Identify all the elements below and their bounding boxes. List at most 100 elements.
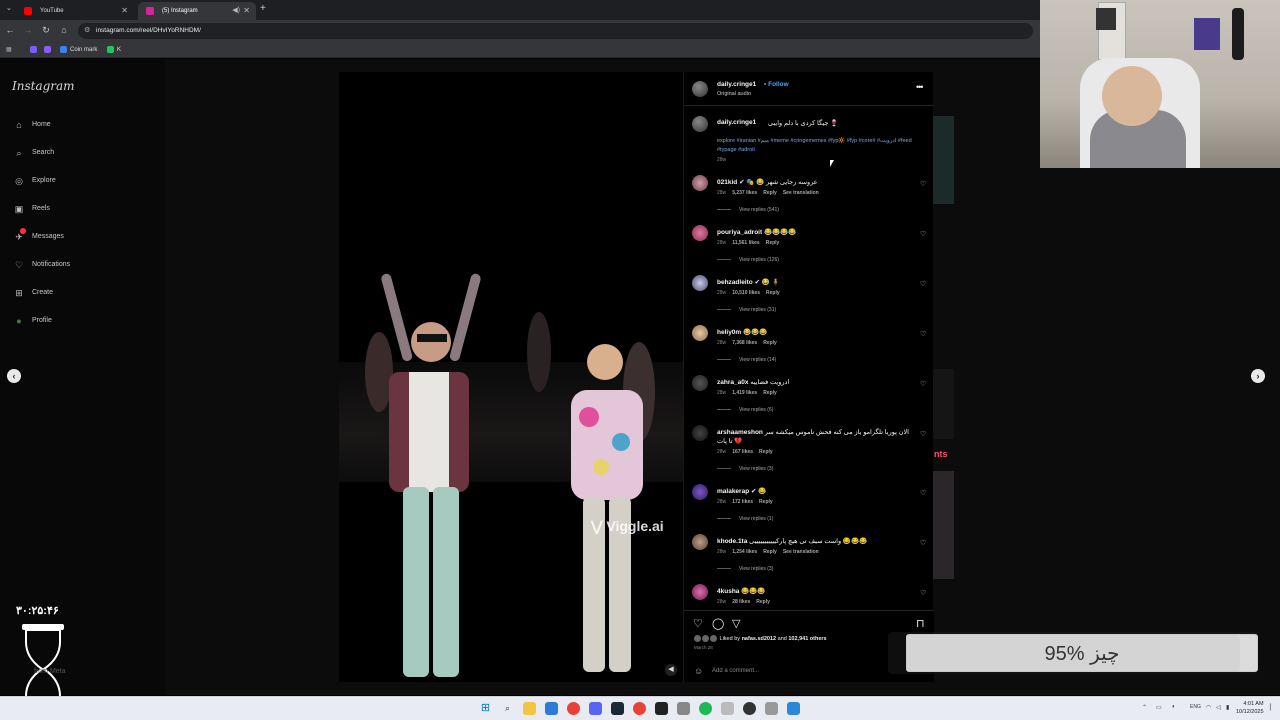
view-replies-button[interactable]: View replies (14) [717,357,776,363]
bookmark-coin-mark[interactable]: Coin mark [60,44,97,56]
close-tab-icon[interactable]: ✕ [243,2,250,20]
avatar[interactable] [692,484,708,500]
comment-likes[interactable]: 7,368 likes [732,340,757,346]
comment-likes[interactable]: 11,561 likes [732,240,760,246]
comment-likes[interactable]: 172 likes [732,499,753,505]
reply-button[interactable]: Reply [763,390,777,396]
like-comment-heart-icon[interactable]: ♡ [920,330,926,338]
add-comment-input[interactable]: ☺ Add a comment... [694,663,759,679]
view-replies-button[interactable]: View replies (1) [717,516,773,522]
bookmark-item[interactable] [30,44,40,56]
comment-username[interactable]: heliy0m 😂😂😂 [717,328,767,336]
liked-by-others[interactable]: 102,941 others [788,636,826,642]
reply-button[interactable]: Reply [759,449,773,455]
share-send-icon[interactable]: ▽ [732,617,740,630]
sidebar-item-notifications[interactable]: ♡ Notifications [12,258,70,272]
avatar[interactable] [692,534,708,550]
reply-button[interactable]: Reply [763,190,777,196]
language-indicator[interactable]: ENG [1190,704,1201,710]
avatar[interactable] [692,225,708,241]
app-icon[interactable] [721,702,734,715]
search-icon[interactable]: ⌕ [501,702,514,715]
comment-likes[interactable]: 1,254 likes [732,549,757,555]
tray-chevron-icon[interactable]: ⌃ [1142,704,1147,711]
mute-toggle-icon[interactable]: ◀ [665,664,677,676]
comment-likes[interactable]: 10,510 likes [732,290,760,296]
sidebar-item-create[interactable]: ⊞ Create [12,286,53,300]
site-info-icon[interactable]: ⚙ [84,26,90,34]
like-comment-heart-icon[interactable]: ♡ [920,489,926,497]
discord-icon[interactable] [589,702,602,715]
apps-grid-icon[interactable]: ▦ [6,44,12,56]
comment-username[interactable]: 021kid ✔ 🎭 😂 عروسه رجایی شهر [717,178,818,186]
sidebar-item-profile[interactable]: ● Profile [12,314,52,328]
like-comment-heart-icon[interactable]: ♡ [920,589,926,597]
tab-search-icon[interactable]: ⌄ [6,4,12,12]
comment-username[interactable]: arshaameshon الان پوریا تلگرامو باز می ک… [717,428,912,446]
see-translation-link[interactable]: See translation [783,190,819,196]
tray-app-icon[interactable]: ◐ [1172,704,1176,710]
tab-youtube[interactable]: YouTube ✕ [16,2,134,20]
next-arrow-icon[interactable]: › [1251,369,1265,383]
vscode-icon[interactable] [545,702,558,715]
comment-likes[interactable]: 5,237 likes [732,190,757,196]
like-comment-heart-icon[interactable]: ♡ [920,539,926,547]
app-icon[interactable] [765,702,778,715]
caption-hashtags[interactable]: explore #iranian #میم #meme #cringememes… [717,137,917,155]
sidebar-item-explore[interactable]: ◎ Explore [12,174,56,188]
avatar[interactable] [692,116,708,132]
like-comment-heart-icon[interactable]: ♡ [920,180,926,188]
avatar[interactable] [692,81,708,97]
notification-bell-icon[interactable]: ▏ [1270,704,1275,711]
bookmark-item[interactable] [44,44,54,56]
audio-playing-icon[interactable]: ◀) [232,2,240,20]
tab-instagram[interactable]: (5) Instagram ◀) ✕ [138,2,256,20]
volume-icon[interactable]: ◁ [1216,704,1221,711]
emoji-icon[interactable]: ☺ [694,663,703,679]
view-replies-button[interactable]: View replies (3) [717,466,773,472]
post-author-username[interactable]: daily.cringe1 [717,81,756,88]
forward-arrow-icon[interactable]: → [22,25,34,35]
spotify-icon[interactable] [699,702,712,715]
file-explorer-icon[interactable] [523,702,536,715]
reply-button[interactable]: Reply [763,340,777,346]
sidebar-item-reels[interactable]: ▣ Reels [12,202,50,216]
more-options-icon[interactable]: ••• [916,82,924,92]
comment-username[interactable]: behzadleito ✔ 😂 🧍 [717,278,780,286]
reply-button[interactable]: Reply [766,240,780,246]
avatar[interactable] [692,275,708,291]
view-replies-button[interactable]: View replies (6) [717,407,773,413]
like-heart-icon[interactable]: ♡ [693,617,703,630]
reply-button[interactable]: Reply [766,290,780,296]
view-replies-button[interactable]: View replies (541) [717,207,779,213]
bookmark-save-icon[interactable]: ⊓ [916,617,925,630]
view-replies-button[interactable]: View replies (126) [717,257,779,263]
tray-app-icon[interactable]: ▭ [1156,704,1162,711]
sidebar-item-home[interactable]: ⌂ Home [12,118,50,132]
windows-start-icon[interactable]: ⊞ [479,702,492,715]
like-comment-heart-icon[interactable]: ♡ [920,380,926,388]
reply-button[interactable]: Reply [763,549,777,555]
comment-likes[interactable]: 1,419 likes [732,390,757,396]
comment-likes[interactable]: 28 likes [732,599,750,605]
audio-label[interactable]: Original audio [717,91,751,97]
reel-video[interactable]: ⋁ Viggle.ai ◀ [339,72,683,682]
view-replies-button[interactable]: View replies (3) [717,566,773,572]
new-tab-button[interactable]: + [260,3,266,14]
comment-bubble-icon[interactable]: ◯ [712,617,724,630]
chrome-icon[interactable] [567,702,580,715]
back-arrow-icon[interactable]: ← [4,25,16,35]
instagram-logo[interactable]: Instagram [12,79,75,93]
liked-by-line[interactable]: Liked by nafas.sd2012 and 102,941 others [694,635,827,642]
sidebar-item-messages[interactable]: ✈ Messages [12,228,64,244]
previous-arrow-icon[interactable]: ‹ [7,369,21,383]
comment-username[interactable]: malakerap ✔ 😂 [717,487,766,495]
avatar[interactable] [692,584,708,600]
comment-username[interactable]: khode.1ta واست سیف تی هیچ پارکیییییییییی… [717,537,867,545]
wifi-icon[interactable]: ◠ [1206,704,1211,711]
reply-button[interactable]: Reply [756,599,770,605]
reply-button[interactable]: Reply [759,499,773,505]
caption-username[interactable]: daily.cringe1 [717,119,756,126]
battery-icon[interactable]: ▮ [1226,704,1229,711]
chrome-icon[interactable] [633,702,646,715]
